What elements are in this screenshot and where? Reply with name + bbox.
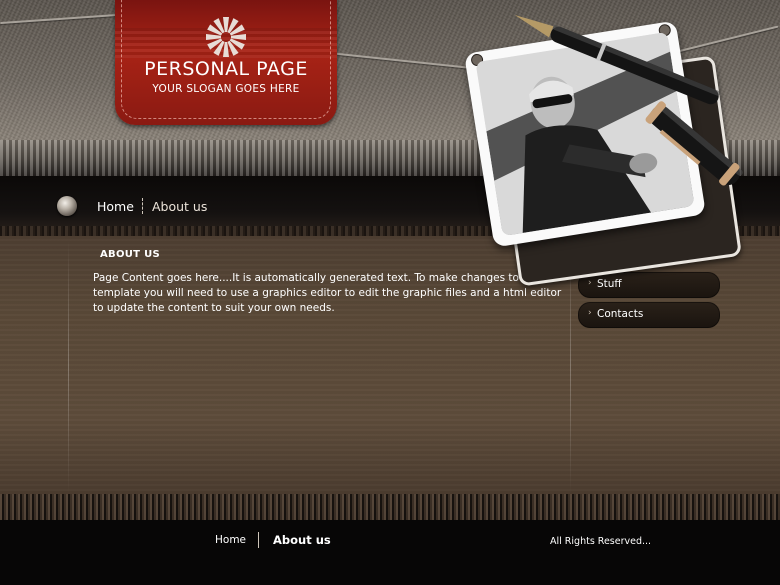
footer bbox=[0, 520, 780, 585]
footer-home-link[interactable]: Home bbox=[215, 534, 246, 546]
content-heading: ABOUT US bbox=[100, 249, 161, 260]
site-logo-tag[interactable]: PERSONAL PAGE YOUR SLOGAN GOES HERE bbox=[115, 0, 337, 125]
nav-about-link[interactable]: About us bbox=[152, 199, 207, 214]
chevron-right-icon: › bbox=[588, 308, 592, 318]
content-body: Page Content goes here....It is automati… bbox=[93, 272, 562, 314]
footer-about-link[interactable]: About us bbox=[273, 533, 331, 547]
nav-divider bbox=[142, 198, 144, 214]
site-slogan: YOUR SLOGAN GOES HERE bbox=[152, 83, 300, 95]
footer-divider bbox=[258, 532, 259, 548]
pinwheel-icon bbox=[206, 17, 246, 57]
nav-bullet-icon bbox=[57, 196, 77, 216]
content-left-rule bbox=[68, 240, 69, 494]
sidebar-item-label: Stuff bbox=[597, 278, 622, 290]
fountain-pen-icon bbox=[514, 14, 743, 186]
site-title: PERSONAL PAGE bbox=[144, 58, 308, 80]
footer-fringe bbox=[0, 494, 780, 520]
sidebar-item-stuff[interactable]: › Stuff bbox=[578, 272, 720, 298]
copyright-text: All Rights Reserved... bbox=[550, 536, 652, 547]
sidebar-item-label: Contacts bbox=[597, 308, 644, 320]
chevron-right-icon: › bbox=[588, 278, 592, 288]
sidebar-item-contacts[interactable]: › Contacts bbox=[578, 302, 720, 328]
nav-home-link[interactable]: Home bbox=[97, 199, 134, 214]
